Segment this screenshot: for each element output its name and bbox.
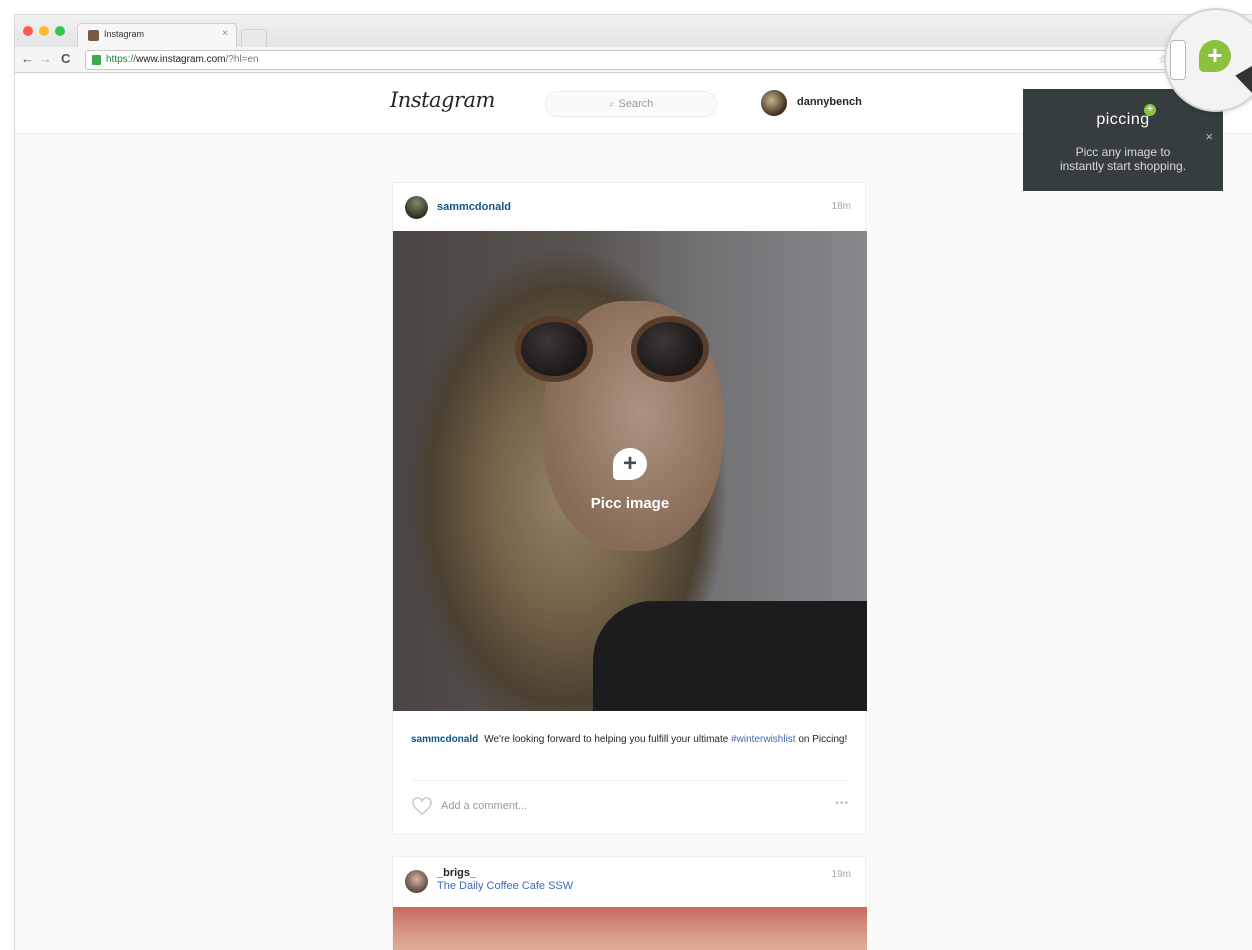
more-options-icon[interactable]: ••• [835, 798, 849, 809]
browser-toolbar: ← → C https://www.instagram.com/?hl=en ☆ [15, 47, 1252, 73]
close-icon[interactable]: × [1205, 129, 1213, 144]
post-location[interactable]: The Daily Coffee Cafe SSW [437, 880, 573, 892]
add-comment-input[interactable]: Add a comment... [441, 800, 527, 812]
tab-title: Instagram [104, 29, 145, 39]
new-tab-button[interactable] [241, 29, 267, 47]
search-input[interactable]: ⌕ Search [545, 91, 717, 117]
minimize-window-button[interactable] [39, 26, 49, 36]
profile-avatar[interactable] [761, 90, 787, 116]
caption-text: We're looking forward to helping you ful… [484, 734, 732, 745]
caption-username[interactable]: sammcdonald [411, 734, 478, 745]
post-caption: sammcdonald We're looking forward to help… [411, 732, 851, 748]
piccing-message-line1: Picc any image to [1075, 145, 1171, 159]
post-author-username[interactable]: _brigs_ [437, 867, 476, 879]
url-host: www.instagram.com [136, 54, 226, 65]
url-scheme: https:// [106, 54, 137, 65]
magnified-toolbar-field [1170, 40, 1186, 80]
piccing-message: Picc any image to instantly start shoppin… [1023, 145, 1223, 173]
post-author-username[interactable]: sammcdonald [437, 201, 511, 213]
post-photo[interactable] [393, 907, 867, 950]
picc-plus-icon[interactable]: + [613, 448, 647, 480]
maximize-window-button[interactable] [55, 26, 65, 36]
piccing-logo: piccing [1096, 111, 1150, 128]
url-path: /?hl=en [225, 54, 259, 65]
browser-tab-instagram[interactable]: Instagram × [77, 23, 237, 47]
post-timestamp[interactable]: 19m [832, 869, 851, 880]
tab-close-icon[interactable]: × [222, 28, 228, 39]
lock-icon [92, 55, 101, 65]
like-heart-icon[interactable] [411, 796, 433, 816]
feed-post: _brigs_ The Daily Coffee Cafe SSW 19m [392, 856, 867, 950]
piccing-plus-icon: + [1144, 104, 1156, 116]
piccing-message-line2: instantly start shopping. [1059, 159, 1187, 173]
post-timestamp[interactable]: 18m [832, 201, 851, 212]
forward-arrow-icon[interactable]: → [39, 51, 52, 66]
address-bar[interactable]: https://www.instagram.com/?hl=en ☆ [85, 50, 1175, 70]
caption-hashtag[interactable]: #winterwishlist [731, 734, 795, 745]
close-window-button[interactable] [23, 26, 33, 36]
instagram-favicon-icon [88, 30, 99, 41]
back-arrow-icon[interactable]: ← [21, 51, 34, 66]
profile-username[interactable]: dannybench [797, 96, 862, 108]
instagram-page: Instagram ⌕ Search dannybench sammcdonald… [15, 74, 1252, 950]
title-bar: Instagram × [15, 15, 1252, 47]
feed-post: sammcdonald 18m + Picc image sammcdonald… [392, 182, 867, 835]
post-author-avatar[interactable] [405, 870, 428, 893]
post-divider [411, 780, 849, 781]
post-photo[interactable]: + Picc image [393, 231, 867, 711]
url-text: https://www.instagram.com/?hl=en [106, 54, 259, 65]
caption-text-end: on Piccing! [795, 734, 848, 745]
piccing-extension-button[interactable]: + [1199, 40, 1231, 72]
search-icon: ⌕ [608, 99, 615, 110]
instagram-logo[interactable]: Instagram [390, 88, 495, 112]
picc-image-label[interactable]: Picc image [393, 495, 867, 512]
post-author-avatar[interactable] [405, 196, 428, 219]
reload-icon[interactable]: C [61, 51, 70, 66]
search-placeholder: Search [618, 98, 654, 110]
